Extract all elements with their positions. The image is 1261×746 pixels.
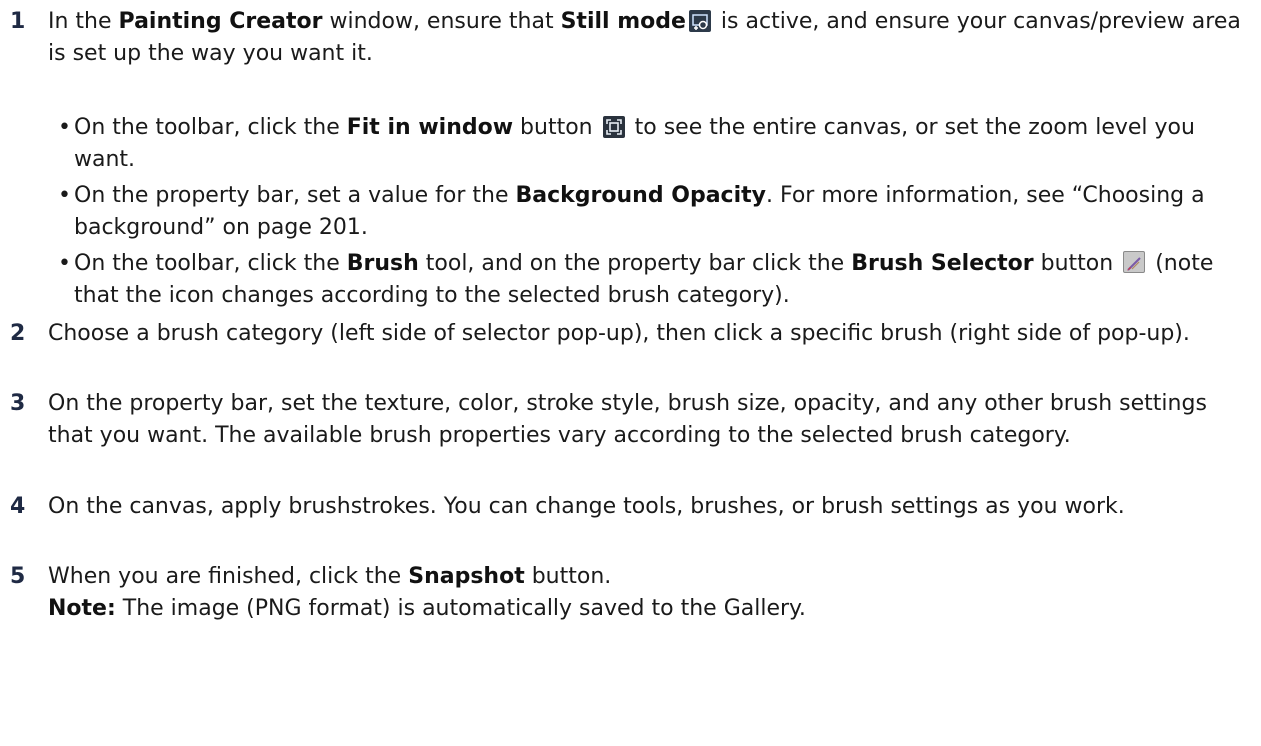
still-mode-icon bbox=[688, 10, 711, 32]
bold-term: Brush bbox=[346, 251, 419, 276]
document-page: 1 In the Painting Creator window, ensure… bbox=[0, 0, 1261, 746]
step-number: 4 bbox=[10, 494, 26, 519]
note-label: Note: bbox=[48, 596, 116, 621]
text-run: On the property bar, set a value for the bbox=[74, 183, 516, 208]
step-3: 3 On the property bar, set the texture, … bbox=[10, 388, 1250, 452]
step-number: 3 bbox=[10, 391, 26, 416]
text-run: tool, and on the property bar click the bbox=[418, 251, 852, 276]
bullet-dot: • bbox=[58, 251, 71, 276]
text-run: On the toolbar, click the bbox=[74, 115, 347, 140]
note-text: The image (PNG format) is automatically … bbox=[115, 596, 806, 621]
brush-selector-icon bbox=[1123, 251, 1146, 273]
text-run: button bbox=[513, 115, 600, 140]
bullet-item: • On the toolbar, click the Fit in window… bbox=[58, 112, 1248, 176]
step-number: 2 bbox=[10, 321, 26, 346]
bold-term: Painting Creator bbox=[118, 9, 323, 34]
bold-term: Fit in window bbox=[346, 115, 514, 140]
text-run: When you are finished, click the bbox=[48, 564, 409, 589]
text-run: In the bbox=[48, 9, 119, 34]
bullet-dot: • bbox=[58, 115, 71, 140]
bullet-dot: • bbox=[58, 183, 71, 208]
fit-in-window-icon bbox=[602, 116, 625, 138]
step-text: When you are finished, click the Snapsho… bbox=[48, 561, 1250, 625]
text-run: window, ensure that bbox=[322, 9, 561, 34]
bold-term: Snapshot bbox=[408, 564, 525, 589]
step-text: On the property bar, set the texture, co… bbox=[48, 391, 1207, 448]
note: Note: The image (PNG format) is automati… bbox=[48, 593, 1250, 625]
text-run: button. bbox=[524, 564, 612, 589]
bullet-item: • On the property bar, set a value for th… bbox=[58, 180, 1248, 244]
text-run: button bbox=[1033, 251, 1121, 276]
step-number: 1 bbox=[10, 9, 26, 34]
step-2: 2 Choose a brush category (left side of … bbox=[10, 318, 1250, 350]
bold-term: Still mode bbox=[560, 9, 686, 34]
step-number: 5 bbox=[10, 564, 26, 589]
step-4: 4 On the canvas, apply brushstrokes. You… bbox=[10, 491, 1250, 523]
bold-term: Background Opacity bbox=[515, 183, 766, 208]
step-text: In the Painting Creator window, ensure t… bbox=[48, 6, 1250, 70]
step-text: On the canvas, apply brushstrokes. You c… bbox=[48, 494, 1125, 519]
step-5: 5 When you are finished, click the Snaps… bbox=[10, 561, 1250, 625]
text-run: On the toolbar, click the bbox=[74, 251, 347, 276]
bold-term: Brush Selector bbox=[851, 251, 1034, 276]
bullet-item: • On the toolbar, click the Brush tool, a… bbox=[58, 248, 1248, 312]
step-1: 1 In the Painting Creator window, ensure… bbox=[10, 6, 1250, 70]
step-text: Choose a brush category (left side of se… bbox=[48, 321, 1190, 346]
